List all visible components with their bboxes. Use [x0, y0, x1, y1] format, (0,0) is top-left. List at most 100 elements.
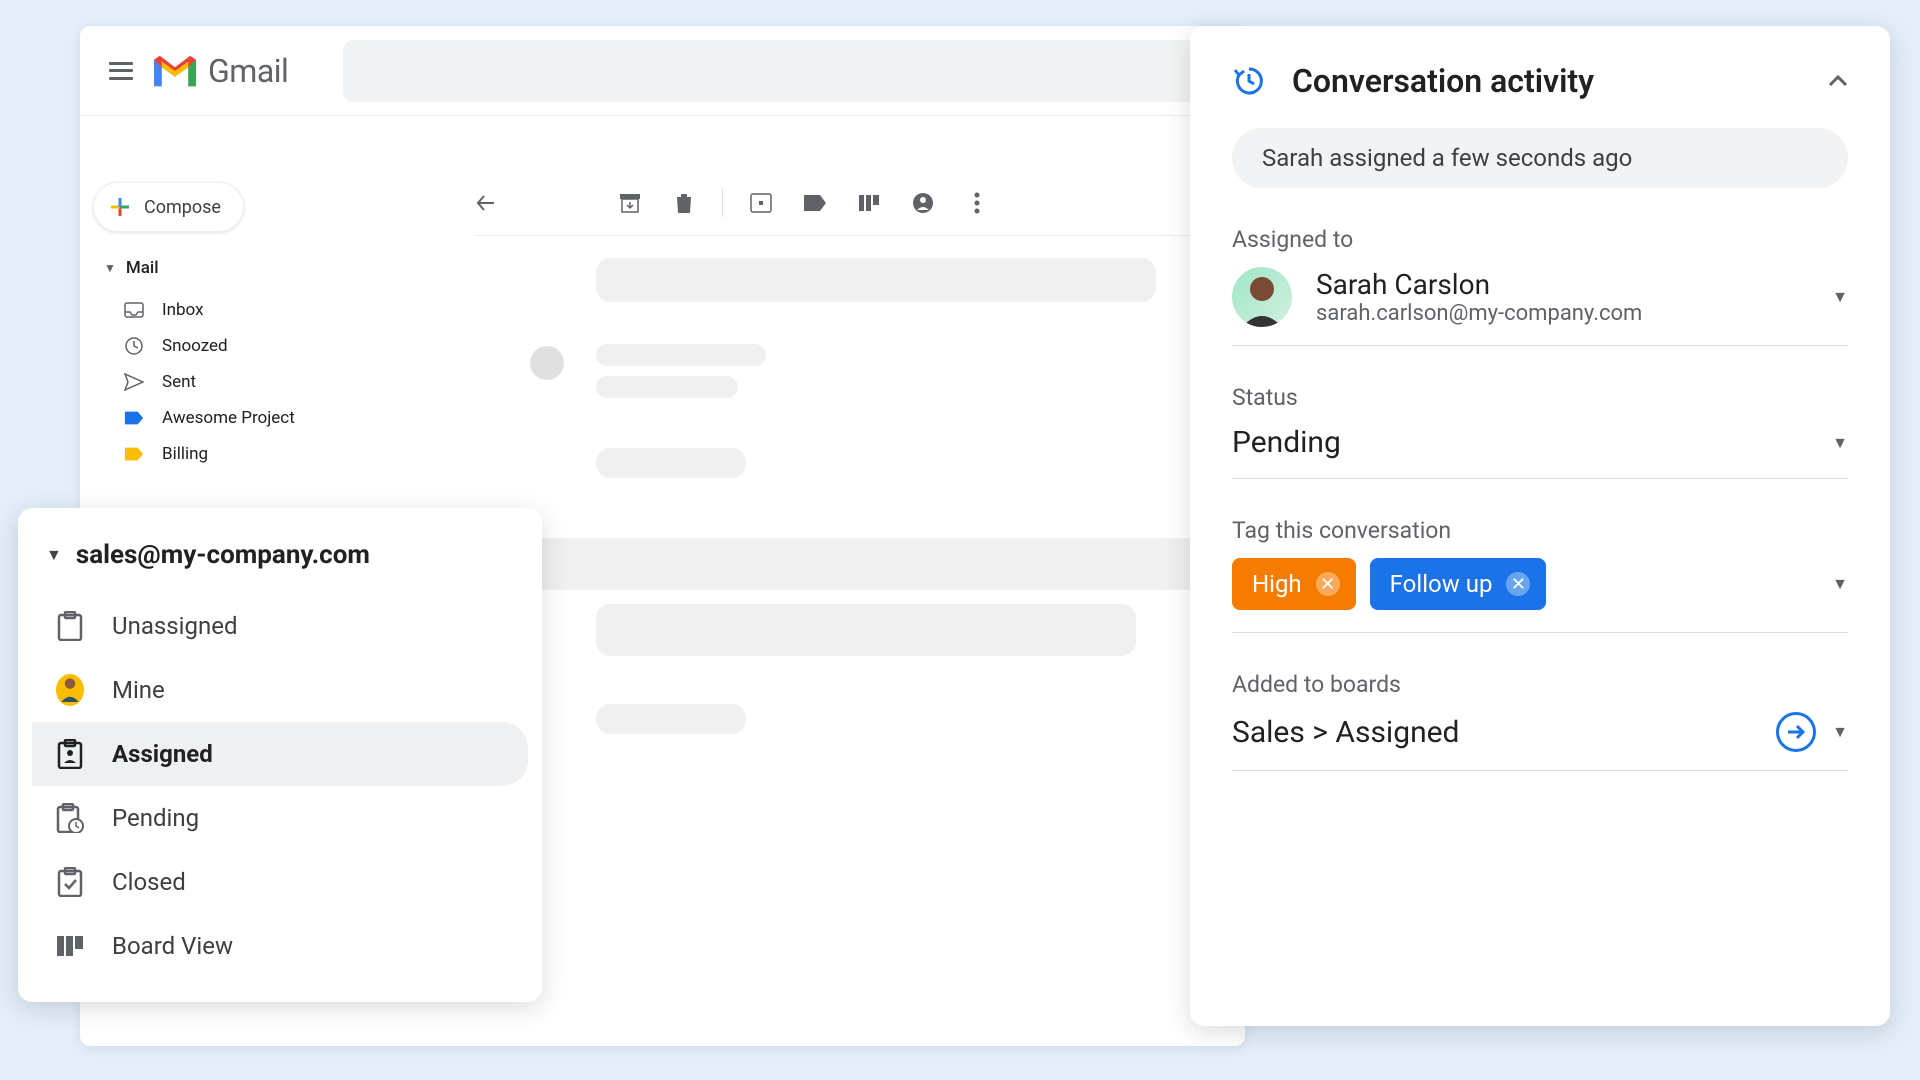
gmail-logo[interactable]: Gmail — [150, 52, 288, 90]
gmail-m-icon — [150, 52, 200, 90]
si-item-label: Unassigned — [112, 612, 237, 640]
sidebar-item-label: Snoozed — [162, 336, 228, 356]
skeleton-line — [596, 704, 746, 734]
clipboard-check-icon — [56, 868, 84, 896]
caret-down-icon: ▼ — [1832, 433, 1848, 453]
more-button[interactable] — [965, 191, 989, 215]
si-item-closed[interactable]: Closed — [32, 850, 528, 914]
shared-inbox-title: sales@my-company.com — [76, 540, 370, 570]
si-item-unassigned[interactable]: Unassigned — [32, 594, 528, 658]
recent-activity-pill[interactable]: Sarah assigned a few seconds ago — [1232, 128, 1848, 188]
add-tag-dropdown[interactable]: ▼ — [1832, 574, 1848, 594]
si-item-label: Mine — [112, 676, 165, 704]
assigned-label: Assigned to — [1232, 226, 1848, 253]
status-section: Status Pending ▼ — [1232, 384, 1848, 479]
skeleton-line — [596, 344, 766, 366]
sidebar-item-sent[interactable]: Sent — [118, 364, 374, 400]
chevron-up-icon — [1828, 75, 1848, 87]
mail-section: ▼ Mail Inbox Snoozed Sent Awesome Projec… — [104, 258, 374, 472]
board-dropdown[interactable]: Sales > Assigned ▼ — [1232, 712, 1848, 771]
boards-section: Added to boards Sales > Assigned ▼ — [1232, 671, 1848, 771]
tag-remove-button[interactable]: ✕ — [1506, 572, 1530, 596]
board-icon — [56, 932, 84, 960]
goto-board-button[interactable] — [1776, 712, 1816, 752]
clipboard-icon — [56, 612, 84, 640]
collapse-button[interactable] — [1828, 75, 1848, 87]
clipboard-user-icon — [56, 740, 84, 768]
board-value: Sales > Assigned — [1232, 715, 1760, 750]
gmail-header: Gmail — [80, 26, 1245, 116]
mail-collapse-toggle[interactable]: ▼ Mail — [104, 258, 374, 278]
history-icon — [1232, 64, 1266, 98]
status-dropdown[interactable]: Pending ▼ — [1232, 425, 1848, 479]
caret-down-icon: ▼ — [46, 545, 62, 565]
si-item-label: Closed — [112, 868, 186, 896]
label-icon — [124, 408, 144, 428]
label-button[interactable] — [803, 191, 827, 215]
tags-row: High ✕ Follow up ✕ ▼ — [1232, 558, 1848, 633]
move-to-inbox-button[interactable] — [749, 191, 773, 215]
back-button[interactable] — [474, 191, 498, 215]
search-input[interactable] — [343, 40, 1215, 102]
caret-down-icon: ▼ — [104, 261, 116, 275]
skeleton-line — [596, 258, 1156, 302]
arrow-right-icon — [1785, 721, 1807, 743]
sidebar-item-label: Inbox — [162, 300, 204, 320]
tag-remove-button[interactable]: ✕ — [1316, 572, 1340, 596]
board-button[interactable] — [857, 191, 881, 215]
tags-section: Tag this conversation High ✕ Follow up ✕… — [1232, 517, 1848, 633]
shared-inbox-toggle[interactable]: ▼ sales@my-company.com — [32, 540, 528, 570]
assignee-email: sarah.carlson@my-company.com — [1316, 301, 1642, 326]
status-value: Pending — [1232, 425, 1341, 460]
skeleton-line — [596, 604, 1136, 656]
si-item-label: Pending — [112, 804, 199, 832]
shared-inbox-panel: ▼ sales@my-company.com Unassigned Mine A… — [18, 508, 542, 1002]
clock-icon — [124, 336, 144, 356]
plus-icon — [108, 195, 132, 219]
label-icon — [124, 444, 144, 464]
tag-follow-up[interactable]: Follow up ✕ — [1370, 558, 1547, 610]
skeleton-line — [596, 376, 738, 398]
activity-title: Conversation activity — [1292, 62, 1802, 100]
tag-high[interactable]: High ✕ — [1232, 558, 1356, 610]
si-item-label: Board View — [112, 932, 233, 960]
assignee-avatar — [1232, 267, 1292, 327]
sidebar-item-label: Awesome Project — [162, 408, 295, 428]
assignee-name: Sarah Carslon — [1316, 268, 1642, 301]
si-item-assigned[interactable]: Assigned — [32, 722, 528, 786]
sidebar-item-label: Billing — [162, 444, 208, 464]
skeleton-line — [596, 448, 746, 478]
activity-header: Conversation activity — [1232, 62, 1848, 100]
main-menu-button[interactable] — [100, 50, 142, 92]
compose-button[interactable]: Compose — [93, 182, 244, 232]
si-item-pending[interactable]: Pending — [32, 786, 528, 850]
conversation-activity-panel: Conversation activity Sarah assigned a f… — [1190, 26, 1890, 1026]
share-button[interactable] — [911, 191, 935, 215]
assigned-section: Assigned to Sarah Carslon sarah.carlson@… — [1232, 226, 1848, 346]
assignee-dropdown[interactable]: Sarah Carslon sarah.carlson@my-company.c… — [1232, 267, 1848, 346]
compose-label: Compose — [144, 197, 221, 218]
message-toolbar — [474, 174, 1234, 236]
caret-down-icon: ▼ — [1832, 287, 1848, 307]
si-item-mine[interactable]: Mine — [32, 658, 528, 722]
tag-label: High — [1252, 570, 1302, 598]
caret-down-icon: ▼ — [1832, 722, 1848, 742]
boards-label: Added to boards — [1232, 671, 1848, 698]
sidebar-item-awesome-project[interactable]: Awesome Project — [118, 400, 374, 436]
sidebar-item-label: Sent — [162, 372, 196, 392]
delete-button[interactable] — [672, 191, 696, 215]
si-item-board-view[interactable]: Board View — [32, 914, 528, 978]
status-label: Status — [1232, 384, 1848, 411]
si-item-label: Assigned — [112, 740, 213, 768]
toolbar-divider — [722, 189, 723, 217]
sidebar-item-billing[interactable]: Billing — [118, 436, 374, 472]
clipboard-clock-icon — [56, 804, 84, 832]
gmail-wordmark: Gmail — [208, 52, 288, 90]
skeleton-line — [474, 538, 1234, 590]
message-content — [474, 258, 1234, 734]
archive-button[interactable] — [618, 191, 642, 215]
tag-label: Follow up — [1390, 570, 1493, 598]
sidebar-item-inbox[interactable]: Inbox — [118, 292, 374, 328]
mail-section-label: Mail — [126, 258, 159, 278]
sidebar-item-snoozed[interactable]: Snoozed — [118, 328, 374, 364]
